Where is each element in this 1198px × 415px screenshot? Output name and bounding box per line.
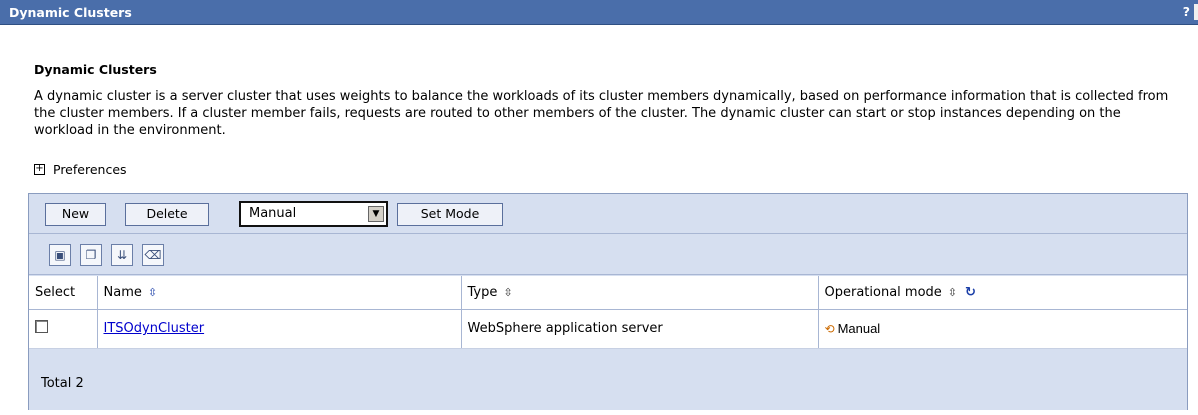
- row-checkbox[interactable]: [35, 320, 48, 333]
- delete-button[interactable]: Delete: [125, 203, 209, 226]
- name-header-label[interactable]: Name: [104, 285, 142, 300]
- preferences-label: Preferences: [53, 162, 127, 177]
- table-toolbar: ▣ ❐ ⇊ ⌫: [29, 235, 1187, 275]
- select-all-icon[interactable]: ▣: [49, 244, 71, 266]
- action-toolbar: New Delete Manual ▼ Set Mode: [29, 194, 1187, 234]
- table-row: ITSOdynCluster WebSphere application ser…: [29, 309, 1187, 349]
- minimize-handle[interactable]: [1194, 4, 1198, 20]
- show-filter-icon[interactable]: ⇊: [111, 244, 133, 266]
- row-mode-label: Manual: [837, 320, 881, 336]
- row-name-cell: ITSOdynCluster: [97, 309, 462, 349]
- mode-select[interactable]: Manual ▼: [239, 201, 388, 227]
- column-header-name[interactable]: Name ⇳: [97, 276, 462, 310]
- mode-select-value: Manual: [249, 206, 297, 221]
- preferences-toggle[interactable]: + Preferences: [34, 162, 127, 177]
- help-button[interactable]: ?: [1183, 4, 1190, 19]
- mode-header-label[interactable]: Operational mode: [825, 285, 942, 300]
- window-title: Dynamic Clusters: [9, 5, 132, 20]
- page-description: A dynamic cluster is a server cluster th…: [34, 89, 1169, 138]
- expand-icon[interactable]: +: [34, 164, 45, 175]
- type-header-label[interactable]: Type: [468, 285, 498, 300]
- row-type-cell: WebSphere application server: [461, 309, 819, 349]
- cluster-name-link[interactable]: ITSOdynCluster: [104, 321, 205, 336]
- collection-panel: New Delete Manual ▼ Set Mode ▣ ❐ ⇊ ⌫ Sel…: [28, 193, 1188, 410]
- column-header-type[interactable]: Type ⇳: [461, 276, 819, 310]
- table-header-row: Select Name ⇳ Type ⇳ Operational mode ⇳ ↻: [29, 276, 1187, 310]
- row-mode-cell: ⟲ Manual: [818, 309, 1187, 349]
- set-mode-button[interactable]: Set Mode: [397, 203, 503, 226]
- column-header-select: Select: [29, 276, 98, 310]
- page-title: Dynamic Clusters: [34, 62, 157, 77]
- new-button[interactable]: New: [45, 203, 106, 226]
- clusters-table: Select Name ⇳ Type ⇳ Operational mode ⇳ ↻ IT…: [29, 276, 1187, 349]
- sort-icon[interactable]: ⇳: [148, 286, 157, 299]
- deselect-all-icon[interactable]: ❐: [80, 244, 102, 266]
- sort-icon[interactable]: ⇳: [948, 286, 957, 299]
- dropdown-arrow-icon[interactable]: ▼: [368, 206, 384, 222]
- column-header-mode[interactable]: Operational mode ⇳ ↻: [818, 276, 1187, 310]
- row-select-cell: [29, 309, 98, 349]
- select-header-label: Select: [35, 284, 76, 300]
- refresh-icon[interactable]: ↻: [965, 285, 976, 300]
- window-titlebar: Dynamic Clusters ?: [0, 0, 1198, 25]
- table-footer: Total 2: [29, 376, 1187, 410]
- sort-icon[interactable]: ⇳: [503, 286, 512, 299]
- total-count: Total 2: [41, 376, 84, 391]
- manual-mode-icon: ⟲: [824, 321, 835, 336]
- clear-filter-icon[interactable]: ⌫: [142, 244, 164, 266]
